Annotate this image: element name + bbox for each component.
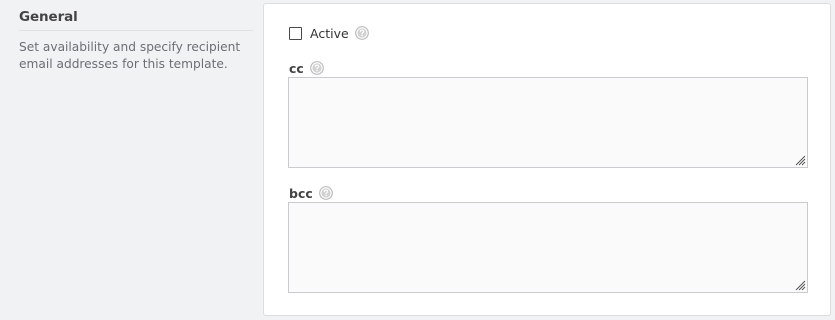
bcc-help-icon[interactable]	[318, 186, 333, 200]
active-row: Active	[289, 25, 369, 41]
cc-label-row: cc	[289, 60, 324, 76]
bcc-label: bcc	[289, 185, 313, 201]
bcc-textarea[interactable]	[288, 202, 808, 293]
active-checkbox[interactable]	[289, 26, 302, 40]
cc-textarea[interactable]	[288, 77, 808, 168]
section-description: Set availability and specify recipient e…	[19, 40, 241, 71]
section-title: General	[19, 9, 78, 25]
active-label[interactable]: Active	[310, 26, 349, 41]
section-title-divider	[19, 30, 253, 31]
section-sidebar: General Set availability and specify rec…	[0, 0, 262, 320]
cc-label: cc	[289, 60, 304, 76]
bcc-resize-grip-icon[interactable]	[795, 280, 806, 291]
cc-resize-grip-icon[interactable]	[795, 155, 806, 166]
active-help-icon[interactable]	[354, 26, 369, 40]
cc-help-icon[interactable]	[309, 61, 324, 75]
settings-card: Active cc bcc	[263, 3, 831, 316]
bcc-label-row: bcc	[289, 185, 333, 201]
